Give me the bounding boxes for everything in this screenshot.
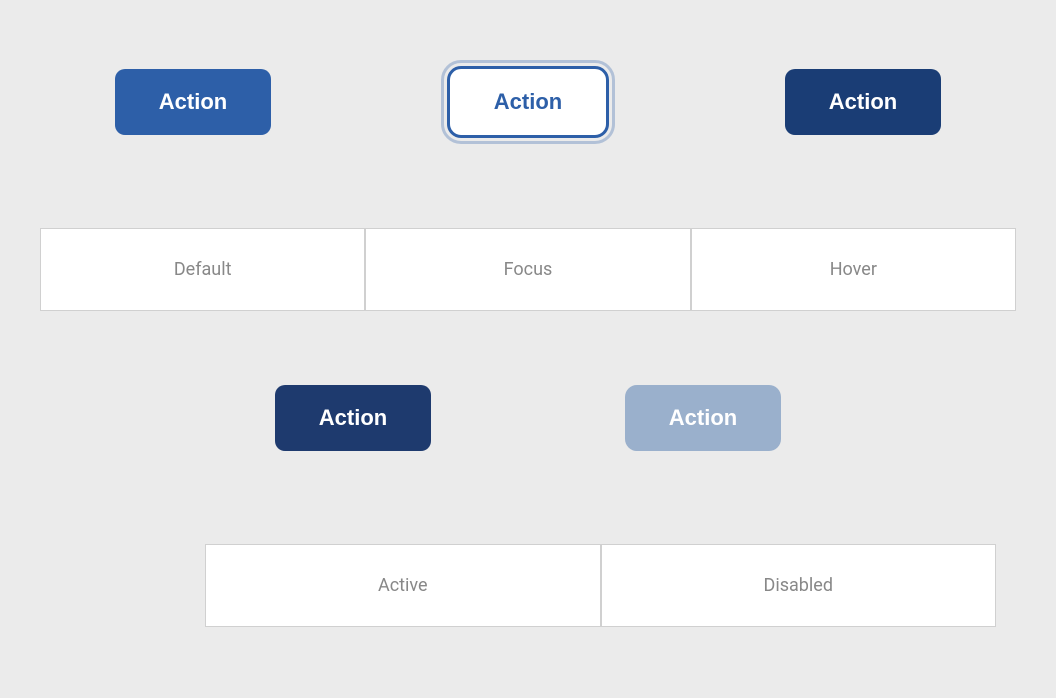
button-focus[interactable]: Action — [447, 66, 609, 138]
label-focus: Focus — [365, 228, 690, 311]
column-default: Action — [33, 69, 353, 135]
button-row-1: Action Action Action — [0, 66, 1056, 138]
button-active[interactable]: Action — [275, 385, 431, 451]
column-hover: Action — [703, 69, 1023, 135]
column-disabled: Action — [528, 385, 878, 451]
label-active: Active — [205, 544, 601, 627]
button-default[interactable]: Action — [115, 69, 271, 135]
canvas: Action Action Action Default Focus Hover… — [0, 0, 1056, 698]
label-default: Default — [40, 228, 365, 311]
button-disabled: Action — [625, 385, 781, 451]
button-hover[interactable]: Action — [785, 69, 941, 135]
label-hover: Hover — [691, 228, 1016, 311]
column-active: Action — [178, 385, 528, 451]
column-focus: Action — [353, 66, 703, 138]
label-row-2: Active Disabled — [205, 544, 996, 627]
label-row-1: Default Focus Hover — [40, 228, 1016, 311]
label-disabled: Disabled — [601, 544, 997, 627]
button-row-2: Action Action — [0, 385, 1056, 451]
